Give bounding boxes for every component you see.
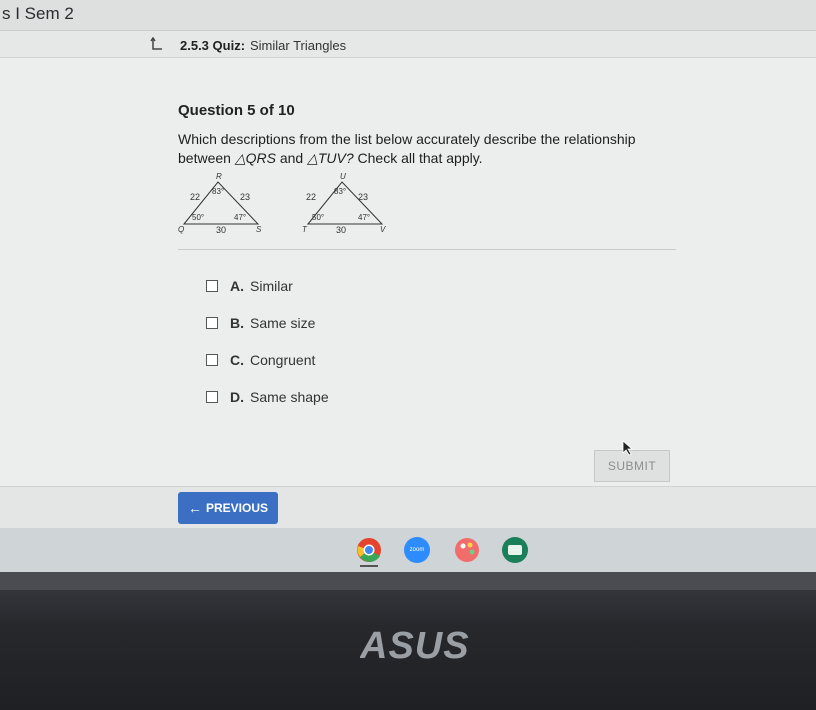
side-tu-label: 22: [306, 192, 316, 202]
question-area: Question 5 of 10 Which descriptions from…: [0, 58, 816, 486]
active-app-indicator: [360, 565, 378, 567]
vertex-q-label: Q: [178, 225, 184, 234]
side-tv-label: 30: [336, 225, 346, 234]
paint-palette-icon[interactable]: [454, 537, 480, 563]
course-header: s I Sem 2: [0, 0, 816, 31]
checkbox-d[interactable]: [206, 391, 218, 403]
question-header: Question 5 of 10: [178, 102, 295, 119]
checkbox-b[interactable]: [206, 317, 218, 329]
screen-icon: [508, 545, 522, 555]
option-b[interactable]: B. Same size: [206, 313, 315, 333]
side-uv-label: 23: [358, 192, 368, 202]
triangle-tuv: U T V 22 23 30 83° 50° 47°: [302, 172, 386, 234]
angle-s-label: 47°: [234, 213, 246, 222]
course-title: s I Sem 2: [2, 4, 74, 23]
angle-q-label: 50°: [192, 213, 204, 222]
checkbox-c[interactable]: [206, 354, 218, 366]
angle-u-label: 83°: [334, 187, 346, 196]
zoom-app-icon[interactable]: zoom: [404, 537, 430, 563]
side-qr-label: 22: [190, 192, 200, 202]
vertex-v-label: V: [380, 225, 386, 234]
quiz-bar: 2.5.3 Quiz: Similar Triangles: [0, 31, 816, 58]
option-d[interactable]: D. Same shape: [206, 387, 329, 407]
classroom-app-icon[interactable]: [502, 537, 528, 563]
vertex-r-label: R: [216, 172, 222, 181]
bezel-edge: [0, 572, 816, 590]
side-rs-label: 23: [240, 192, 250, 202]
triangle-qrs: R Q S 22 23 30 83° 50° 47°: [178, 172, 262, 234]
side-qs-label: 30: [216, 225, 226, 234]
option-c[interactable]: C. Congruent: [206, 350, 315, 370]
vertex-s-label: S: [256, 225, 262, 234]
chrome-icon[interactable]: [356, 537, 382, 563]
angle-t-label: 50°: [312, 213, 324, 222]
mouse-cursor-icon: [622, 440, 634, 456]
footer-bar: ← PREVIOUS: [0, 486, 816, 529]
vertex-t-label: T: [302, 225, 308, 234]
divider: [178, 249, 676, 250]
quiz-number: 2.5.3 Quiz:: [180, 38, 246, 53]
vertex-u-label: U: [340, 172, 346, 181]
laptop-bezel: ASUS: [0, 572, 816, 710]
option-a[interactable]: A. Similar: [206, 276, 293, 296]
question-text: Which descriptions from the list below a…: [178, 131, 636, 166]
taskbar: zoom: [0, 528, 816, 572]
angle-r-label: 83°: [212, 187, 224, 196]
arrow-left-icon: ←: [187, 500, 202, 516]
previous-button[interactable]: ← PREVIOUS: [178, 492, 278, 524]
asus-logo: ASUS: [360, 625, 470, 664]
back-arrow-icon[interactable]: [150, 37, 164, 51]
checkbox-a[interactable]: [206, 280, 218, 292]
angle-v-label: 47°: [358, 213, 370, 222]
asus-logo-text: ASUS: [360, 625, 470, 664]
quiz-name: Similar Triangles: [250, 38, 347, 53]
screen: s I Sem 2 2.5.3 Quiz: Similar Triangles …: [0, 0, 816, 572]
